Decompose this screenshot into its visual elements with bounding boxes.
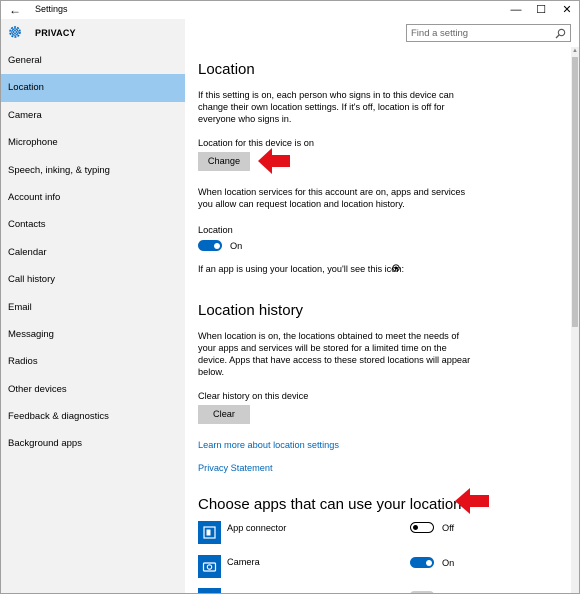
app-connector-toggle[interactable]	[410, 522, 434, 533]
history-text-line-1: When location is on, the locations obtai…	[198, 331, 459, 341]
app-connector-toggle-state: Off	[442, 523, 455, 533]
location-icon-hint: If an app is using your location, you'll…	[198, 264, 405, 274]
camera-app-toggle[interactable]	[410, 557, 434, 568]
location-title: Location	[198, 61, 255, 78]
location-toggle-label: Location	[198, 225, 233, 235]
minimize-button[interactable]: —	[503, 1, 529, 19]
privacy-statement-link[interactable]: Privacy Statement	[198, 463, 273, 473]
search-input[interactable]	[411, 27, 551, 40]
scroll-thumb[interactable]	[572, 57, 578, 327]
camera-app-icon	[198, 555, 221, 578]
sidebar: PRIVACY General Location Camera Micropho…	[1, 19, 185, 593]
scroll-up-icon[interactable]: ▲	[571, 47, 579, 55]
title-bar: ← Settings — ☐ ✕	[1, 1, 579, 19]
sidebar-item-general[interactable]: General	[1, 47, 185, 74]
sidebar-item-speech[interactable]: Speech, inking, & typing	[1, 157, 185, 184]
back-arrow-icon[interactable]: ←	[7, 2, 23, 18]
learn-more-link[interactable]: Learn more about location settings	[198, 440, 339, 450]
search-box	[406, 24, 571, 42]
clear-button[interactable]: Clear	[198, 405, 250, 424]
maximize-button[interactable]: ☐	[528, 1, 554, 19]
sidebar-heading: PRIVACY	[35, 28, 76, 38]
settings-window: ← Settings — ☐ ✕ PRIVACY General Locatio…	[0, 0, 580, 594]
sidebar-item-camera[interactable]: Camera	[1, 102, 185, 129]
location-in-use-icon	[392, 264, 400, 272]
sidebar-item-feedback[interactable]: Feedback & diagnostics	[1, 403, 185, 430]
account-location-line-1: When location services for this account …	[198, 187, 466, 197]
sidebar-item-messaging[interactable]: Messaging	[1, 321, 185, 348]
main-content: Location If this setting is on, each per…	[185, 47, 571, 593]
search-icon[interactable]	[555, 28, 566, 39]
app-connector-icon	[198, 521, 221, 544]
vertical-scrollbar[interactable]: ▲	[571, 47, 579, 593]
sidebar-item-location[interactable]: Location	[1, 74, 185, 102]
close-button[interactable]: ✕	[554, 1, 579, 19]
sidebar-nav: General Location Camera Microphone Speec…	[1, 47, 185, 458]
sidebar-item-call-history[interactable]: Call history	[1, 266, 185, 293]
sidebar-item-account-info[interactable]: Account info	[1, 184, 185, 211]
history-text-line-2: your apps and services will be stored fo…	[198, 343, 447, 353]
sidebar-header: PRIVACY	[1, 19, 185, 47]
account-location-line-2: you allow can request location and locat…	[198, 199, 405, 209]
location-toggle-state: On	[230, 241, 243, 251]
red-arrow-apps-icon	[455, 488, 489, 514]
location-intro-line-3: everyone who signs in.	[198, 114, 292, 124]
sidebar-item-calendar[interactable]: Calendar	[1, 239, 185, 266]
red-arrow-change-icon	[258, 148, 290, 174]
location-intro-line-1: If this setting is on, each person who s…	[198, 90, 454, 100]
gear-icon	[9, 26, 21, 38]
location-intro-line-2: change their own location settings. If i…	[198, 102, 445, 112]
change-button[interactable]: Change	[198, 152, 250, 171]
choose-apps-title: Choose apps that can use your location	[198, 496, 462, 513]
sidebar-item-email[interactable]: Email	[1, 294, 185, 321]
window-title: Settings	[35, 4, 68, 14]
camera-app-name: Camera	[227, 557, 260, 567]
sidebar-item-microphone[interactable]: Microphone	[1, 129, 185, 156]
camera-app-toggle-state: On	[442, 558, 455, 568]
history-text-line-3: device. Apps that have access to these s…	[198, 355, 471, 365]
device-location-status: Location for this device is on	[198, 138, 314, 148]
location-history-title: Location history	[198, 302, 304, 319]
clear-history-label: Clear history on this device	[198, 391, 309, 401]
sidebar-item-other-devices[interactable]: Other devices	[1, 376, 185, 403]
history-text-line-4: below.	[198, 367, 225, 377]
app-connector-name: App connector	[227, 523, 287, 533]
sidebar-item-background-apps[interactable]: Background apps	[1, 430, 185, 457]
location-toggle[interactable]	[198, 240, 222, 251]
sidebar-item-contacts[interactable]: Contacts	[1, 211, 185, 238]
app-icon-partial	[198, 588, 221, 593]
sidebar-item-radios[interactable]: Radios	[1, 348, 185, 375]
